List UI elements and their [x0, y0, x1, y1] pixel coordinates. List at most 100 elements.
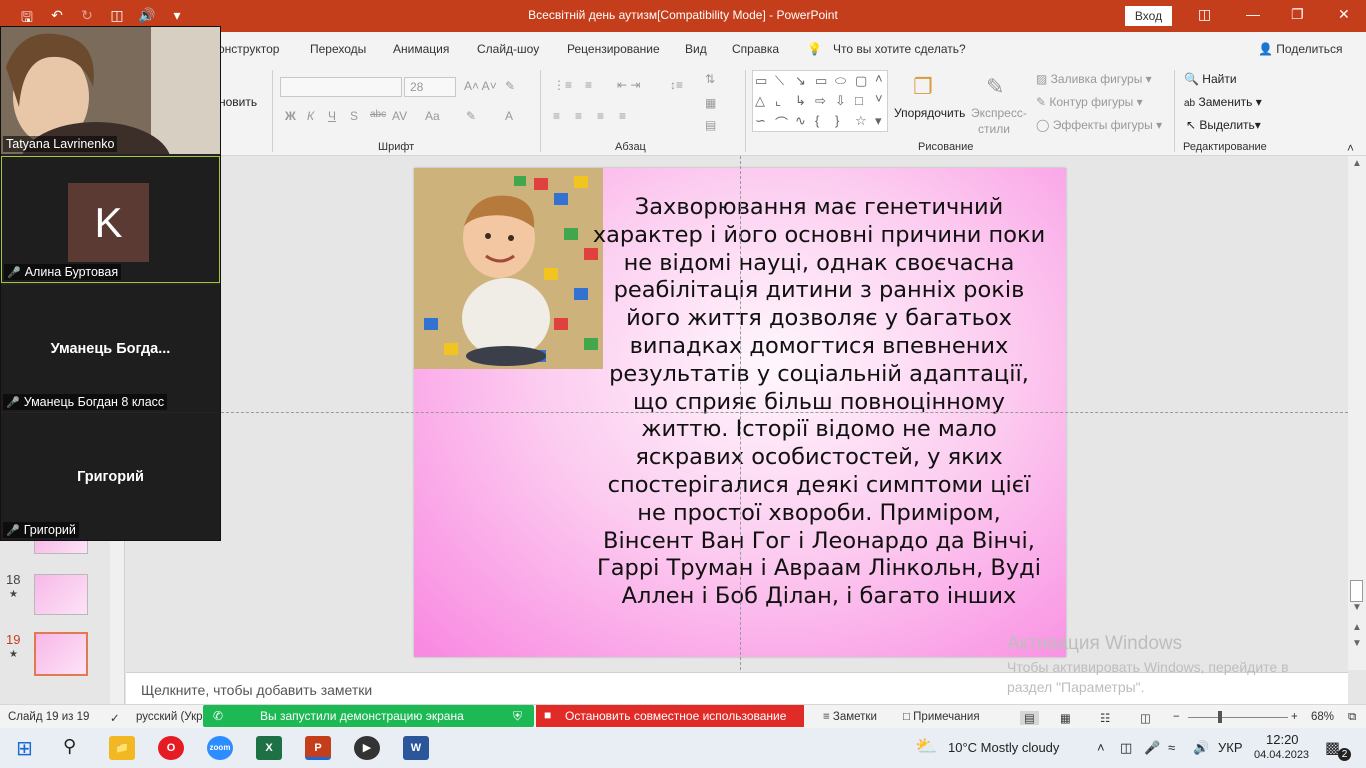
font-size-field[interactable]: 28 — [404, 77, 456, 97]
line-shape-icon[interactable]: ⟍ — [775, 73, 784, 89]
scroll-thumb[interactable] — [1350, 580, 1363, 602]
notes-toggle[interactable]: ≡ Заметки — [823, 711, 877, 723]
file-explorer-icon[interactable]: 📁 — [109, 736, 135, 760]
zoom-level[interactable]: 68% — [1311, 711, 1334, 723]
clock-time[interactable]: 12:20 — [1266, 732, 1299, 747]
opera-icon[interactable]: O — [158, 736, 184, 760]
input-language[interactable]: УКР — [1218, 740, 1243, 755]
tab-animations[interactable]: Анимация — [393, 42, 449, 56]
tab-review[interactable]: Рецензирование — [567, 42, 660, 56]
clear-format-icon[interactable]: ✎ — [505, 79, 515, 93]
previous-slide-icon[interactable]: ▲ — [1352, 622, 1362, 633]
shadow-icon[interactable]: S — [350, 109, 358, 123]
tell-me-search[interactable]: Что вы хотите сделать? — [833, 42, 966, 56]
vertical-guide[interactable] — [740, 156, 741, 670]
comments-toggle[interactable]: □ Примечания — [903, 711, 980, 723]
close-icon[interactable]: ✕ — [1338, 6, 1350, 23]
zoom-in-icon[interactable]: + — [1291, 711, 1298, 723]
wifi-icon[interactable]: ≈ — [1168, 740, 1175, 755]
fit-to-window-icon[interactable]: ⧉ — [1348, 711, 1356, 724]
participant-tile[interactable]: Григорий 🎤 Григорий — [1, 413, 220, 540]
slide-sorter-icon[interactable]: ▦ — [1060, 711, 1071, 725]
media-player-icon[interactable]: ▶ — [354, 736, 380, 760]
screen-sharing-banner[interactable]: ✆ Вы запустили демонстрацию экрана ⛨ — [203, 705, 534, 727]
slide-thumbnail[interactable] — [34, 574, 88, 615]
slide-body-text[interactable]: Захворювання має генетичний характер і й… — [592, 194, 1046, 611]
align-text-icon[interactable]: ▦ — [705, 96, 716, 110]
shape-effects-button[interactable]: ◯ Эффекты фигуры ▾ — [1036, 118, 1162, 132]
powerpoint-icon[interactable]: P — [305, 736, 331, 760]
microphone-icon[interactable]: 🎤 — [1144, 740, 1160, 756]
tab-design[interactable]: онструктор — [218, 42, 279, 56]
collapse-ribbon-icon[interactable]: ˄ — [1347, 141, 1354, 155]
indent-icon[interactable]: ⇤ ⇥ — [617, 78, 640, 92]
tab-transitions[interactable]: Переходы — [310, 42, 366, 56]
gallery-more-icon[interactable]: ▾ — [875, 113, 882, 129]
italic-icon[interactable]: К — [307, 109, 314, 123]
right-arrow-shape-icon[interactable]: ⇨ — [815, 93, 826, 109]
underline-icon[interactable]: Ч — [328, 109, 336, 123]
left-brace-shape-icon[interactable]: { — [815, 113, 819, 128]
zoom-out-icon[interactable]: − — [1173, 711, 1180, 723]
triangle-shape-icon[interactable]: △ — [755, 93, 765, 109]
rectangle-shape-icon[interactable]: ▭ — [815, 73, 827, 89]
line-spacing-icon[interactable]: ↕≡ — [670, 78, 683, 92]
stop-sharing-button[interactable]: ■ Остановить совместное использование — [536, 705, 804, 727]
font-color-icon[interactable]: A — [505, 109, 513, 123]
reading-view-icon[interactable]: ☷ — [1100, 711, 1110, 725]
zoom-app-icon[interactable]: zoom — [207, 736, 233, 760]
elbow-shape-icon[interactable]: ↳ — [795, 93, 806, 109]
align-center-icon[interactable]: ≡ — [575, 109, 582, 123]
tab-view[interactable]: Вид — [685, 42, 707, 56]
share-button[interactable]: 👤 Поделиться — [1258, 42, 1343, 56]
zoom-slider-thumb[interactable] — [1218, 711, 1222, 723]
justify-icon[interactable]: ≡ — [619, 109, 626, 123]
tab-slideshow[interactable]: Слайд-шоу — [477, 42, 539, 56]
textbox-shape-icon[interactable]: ▭ — [755, 73, 767, 89]
callout-shape-icon[interactable]: □ — [855, 93, 863, 108]
shapes-gallery[interactable]: ▭ ⟍ ↘ ▭ ⬭ ▢ △ ⌞ ↳ ⇨ ⇩ □ ∽ ⌒ ∿ { } ☆ ˄ ˅ … — [752, 70, 888, 132]
ribbon-display-icon[interactable]: ◫ — [1198, 6, 1211, 23]
grow-font-icon[interactable]: A˄ A˅ — [464, 79, 497, 93]
battery-icon[interactable]: ◫ — [1120, 740, 1132, 756]
spellcheck-icon[interactable]: ✓ — [110, 711, 120, 725]
down-arrow-shape-icon[interactable]: ⇩ — [835, 93, 846, 109]
slideshow-view-icon[interactable]: ◫ — [1140, 711, 1151, 725]
normal-view-icon[interactable]: ▤ — [1020, 711, 1039, 725]
slide-scrollbar[interactable]: ▲ ▼ ▲ ▼ — [1348, 156, 1366, 670]
notes-placeholder[interactable]: Щелкните, чтобы добавить заметки — [141, 682, 372, 698]
tab-help[interactable]: Справка — [732, 42, 779, 56]
align-right-icon[interactable]: ≡ — [597, 109, 604, 123]
scroll-down-icon[interactable]: ▼ — [1352, 602, 1362, 613]
slide-photo[interactable] — [414, 168, 603, 369]
clock-date[interactable]: 04.04.2023 — [1254, 749, 1309, 761]
arc-shape-icon[interactable]: ⌒ — [775, 113, 788, 132]
select-button[interactable]: ↖ Выделить▾ — [1186, 118, 1261, 132]
shape-outline-button[interactable]: ✎ Контур фигуры ▾ — [1036, 95, 1143, 109]
shape-fill-button[interactable]: ▨ Заливка фигуры ▾ — [1036, 72, 1152, 86]
language-indicator[interactable]: русский (Укр — [136, 711, 203, 723]
oval-shape-icon[interactable]: ⬭ — [835, 73, 846, 89]
arrange-icon[interactable]: ❐ — [913, 74, 933, 100]
search-icon[interactable]: ⚲ — [63, 736, 76, 757]
horizontal-guide[interactable] — [126, 412, 1348, 413]
show-hidden-icons[interactable]: ˄ — [1097, 740, 1105, 755]
align-left-icon[interactable]: ≡ — [553, 109, 560, 123]
excel-icon[interactable]: X — [256, 736, 282, 760]
sign-in-button[interactable]: Вход — [1125, 6, 1172, 26]
rounded-rect-shape-icon[interactable]: ▢ — [855, 73, 867, 89]
clipboard-fragment[interactable]: новить — [219, 95, 257, 109]
quick-styles-button[interactable]: Экспресс- — [971, 106, 1027, 120]
numbering-icon[interactable]: ≡ — [585, 78, 592, 92]
minimize-icon[interactable]: — — [1246, 6, 1260, 22]
star-shape-icon[interactable]: ☆ — [855, 113, 867, 129]
text-direction-icon[interactable]: ⇅ — [705, 72, 715, 86]
replace-button[interactable]: ab Заменить ▾ — [1184, 95, 1262, 109]
gallery-up-icon[interactable]: ˄ — [875, 71, 883, 86]
right-brace-shape-icon[interactable]: } — [835, 113, 839, 128]
bold-icon[interactable]: Ж — [285, 109, 296, 123]
volume-icon[interactable]: 🔊 — [1193, 740, 1209, 756]
change-case-icon[interactable]: Aa — [425, 109, 440, 123]
highlight-icon[interactable]: ✎ — [466, 109, 476, 123]
participant-tile[interactable]: Уманець Богда... 🎤 Уманець Богдан 8 класс — [1, 285, 220, 412]
